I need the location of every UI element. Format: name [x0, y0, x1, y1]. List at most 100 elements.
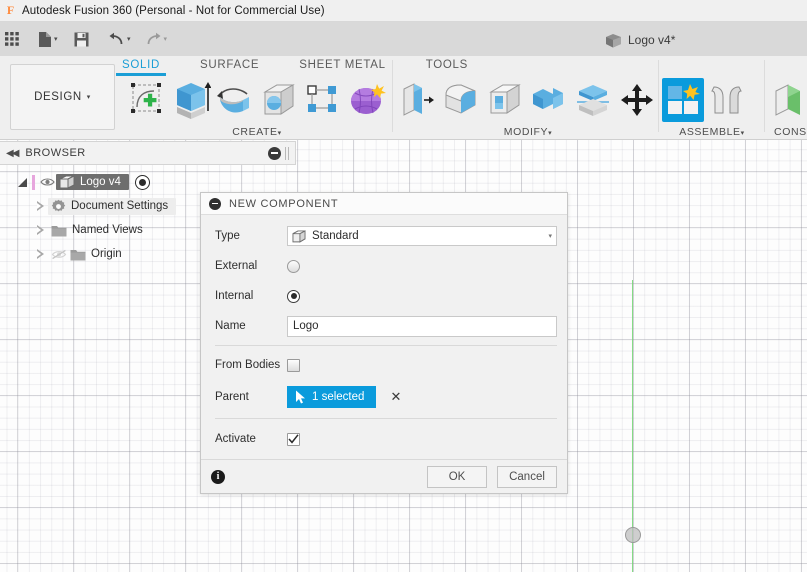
quick-access-toolbar: ▾ ▾ ▾ ▾: [0, 22, 807, 56]
browser-header: ◀◀ BROWSER: [0, 141, 296, 165]
name-label: Name: [215, 320, 246, 332]
undo-arrow-icon: [109, 32, 123, 44]
expand-triangle-icon[interactable]: [32, 201, 48, 211]
ribbon: DESIGN ▾ SOLID SURFACE SHEET METAL TOOLS: [0, 56, 807, 140]
parent-selection-button[interactable]: 1 selected: [287, 386, 377, 408]
from-bodies-checkbox[interactable]: [287, 358, 300, 372]
panel-construct-label[interactable]: CONSTR: [768, 126, 807, 138]
chevron-down-icon[interactable]: ▾: [127, 35, 131, 43]
info-circle-icon[interactable]: i: [211, 469, 225, 484]
name-value: Logo: [293, 320, 319, 332]
chevron-down-icon[interactable]: ▾: [54, 35, 58, 43]
eye-icon[interactable]: [39, 177, 56, 187]
external-radio[interactable]: [287, 259, 300, 273]
joint-icon: [711, 86, 742, 114]
tab-tools[interactable]: TOOLS: [426, 58, 468, 75]
redo-arrow-icon: [147, 32, 161, 44]
internal-radio[interactable]: [287, 289, 300, 303]
folder-icon: [70, 249, 86, 260]
document-name-chip[interactable]: Logo v4*: [605, 31, 675, 49]
expand-triangle-icon[interactable]: [14, 177, 30, 187]
save-button[interactable]: ▾: [69, 25, 100, 53]
tree-node-chip-origin[interactable]: Origin: [67, 247, 130, 262]
activate-checkbox[interactable]: [287, 432, 300, 446]
panel-modify-label[interactable]: MODIFY▾: [396, 126, 660, 138]
tree-node-chip-logo-v4[interactable]: Logo v4: [56, 174, 129, 190]
move-copy-tool[interactable]: [616, 78, 658, 122]
workspace-switcher-button[interactable]: DESIGN ▾: [10, 64, 115, 130]
tree-node-chip-document-settings[interactable]: Document Settings: [48, 197, 177, 215]
ribbon-tabs: SOLID SURFACE SHEET METAL TOOLS: [115, 58, 508, 78]
parent-label: Parent: [215, 391, 249, 403]
shell-tool[interactable]: [484, 78, 526, 122]
extrude-icon: [177, 82, 211, 119]
chevron-down-icon[interactable]: ▾: [548, 232, 552, 240]
drag-grip-icon[interactable]: [285, 146, 291, 160]
expand-triangle-icon[interactable]: [32, 249, 48, 259]
fillet-icon: [445, 84, 476, 114]
tab-surface[interactable]: SURFACE: [200, 58, 259, 75]
folder-icon: [51, 225, 67, 236]
panel-modify: MODIFY▾: [396, 78, 660, 138]
tree-label-logo-v4: Logo v4: [80, 176, 121, 188]
file-button[interactable]: ▾: [33, 25, 63, 53]
joint-tool[interactable]: [706, 78, 748, 122]
gear-icon: [51, 199, 66, 211]
tree-node-chip-named-views[interactable]: Named Views: [48, 223, 151, 238]
field-row-internal: Internal: [215, 281, 557, 311]
chevron-down-icon[interactable]: ▾: [164, 35, 168, 43]
tree-row-logo-v4[interactable]: Logo v4: [0, 170, 296, 194]
create-form-tool[interactable]: [346, 78, 388, 122]
expand-triangle-icon[interactable]: [32, 225, 48, 235]
component-cube-icon: [606, 33, 621, 47]
combine-tool[interactable]: [528, 78, 570, 122]
extrude-tool[interactable]: [170, 78, 212, 122]
origin-point-icon[interactable]: [625, 527, 641, 543]
minus-circle-icon[interactable]: [209, 197, 221, 210]
internal-label: Internal: [215, 290, 254, 302]
press-pull-tool[interactable]: [396, 78, 438, 122]
collapse-left-arrows-icon[interactable]: ◀◀: [6, 148, 19, 159]
fusion360-window: Autodesk Fusion 360 (Personal - Not for …: [0, 0, 807, 572]
hole-tool[interactable]: [258, 78, 300, 122]
revolve-icon: [217, 88, 249, 113]
sketch-plus-icon: [131, 83, 161, 113]
dialog-header[interactable]: NEW COMPONENT: [201, 193, 567, 215]
type-value: Standard: [312, 230, 359, 242]
tree-label-origin: Origin: [91, 248, 122, 260]
new-component-tool[interactable]: [662, 78, 704, 122]
redo-button[interactable]: ▾: [140, 25, 173, 53]
fillet-tool[interactable]: [440, 78, 482, 122]
combine-icon: [533, 88, 563, 109]
panel-assemble: ASSEMBLE▾: [662, 78, 762, 138]
revolve-tool[interactable]: [214, 78, 256, 122]
field-row-activate: Activate: [215, 423, 557, 455]
offset-plane-tool[interactable]: [768, 78, 807, 122]
hole-cube-icon: [263, 84, 295, 115]
name-input[interactable]: Logo: [287, 315, 557, 337]
tab-solid[interactable]: SOLID: [115, 58, 167, 76]
press-pull-icon: [403, 83, 434, 116]
selection-cursor-icon: [296, 390, 305, 404]
tab-sheet-metal[interactable]: SHEET METAL: [299, 58, 386, 75]
activated-target-icon[interactable]: [134, 174, 150, 190]
eye-hidden-icon[interactable]: [50, 249, 67, 260]
workspace-label: DESIGN: [34, 91, 82, 103]
ok-button[interactable]: OK: [427, 465, 487, 488]
create-sketch-tool[interactable]: [126, 78, 168, 122]
move-arrows-icon: [621, 84, 653, 116]
type-dropdown[interactable]: Standard ▾: [287, 226, 557, 246]
field-row-from-bodies: From Bodies: [215, 350, 557, 380]
cancel-button[interactable]: Cancel: [497, 465, 557, 488]
minus-circle-icon[interactable]: [268, 146, 281, 160]
undo-button[interactable]: ▾: [103, 25, 136, 53]
activate-label: Activate: [215, 433, 256, 445]
pattern-tool[interactable]: [302, 78, 344, 122]
grid-menu-icon: [5, 31, 19, 46]
panel-assemble-label[interactable]: ASSEMBLE▾: [662, 126, 762, 138]
tree-label-document-settings: Document Settings: [71, 200, 169, 212]
split-body-tool[interactable]: [572, 78, 614, 122]
panel-create-label[interactable]: CREATE▾: [126, 126, 388, 138]
close-x-icon[interactable]: ✕: [390, 389, 401, 405]
app-grid-button[interactable]: [0, 25, 25, 53]
